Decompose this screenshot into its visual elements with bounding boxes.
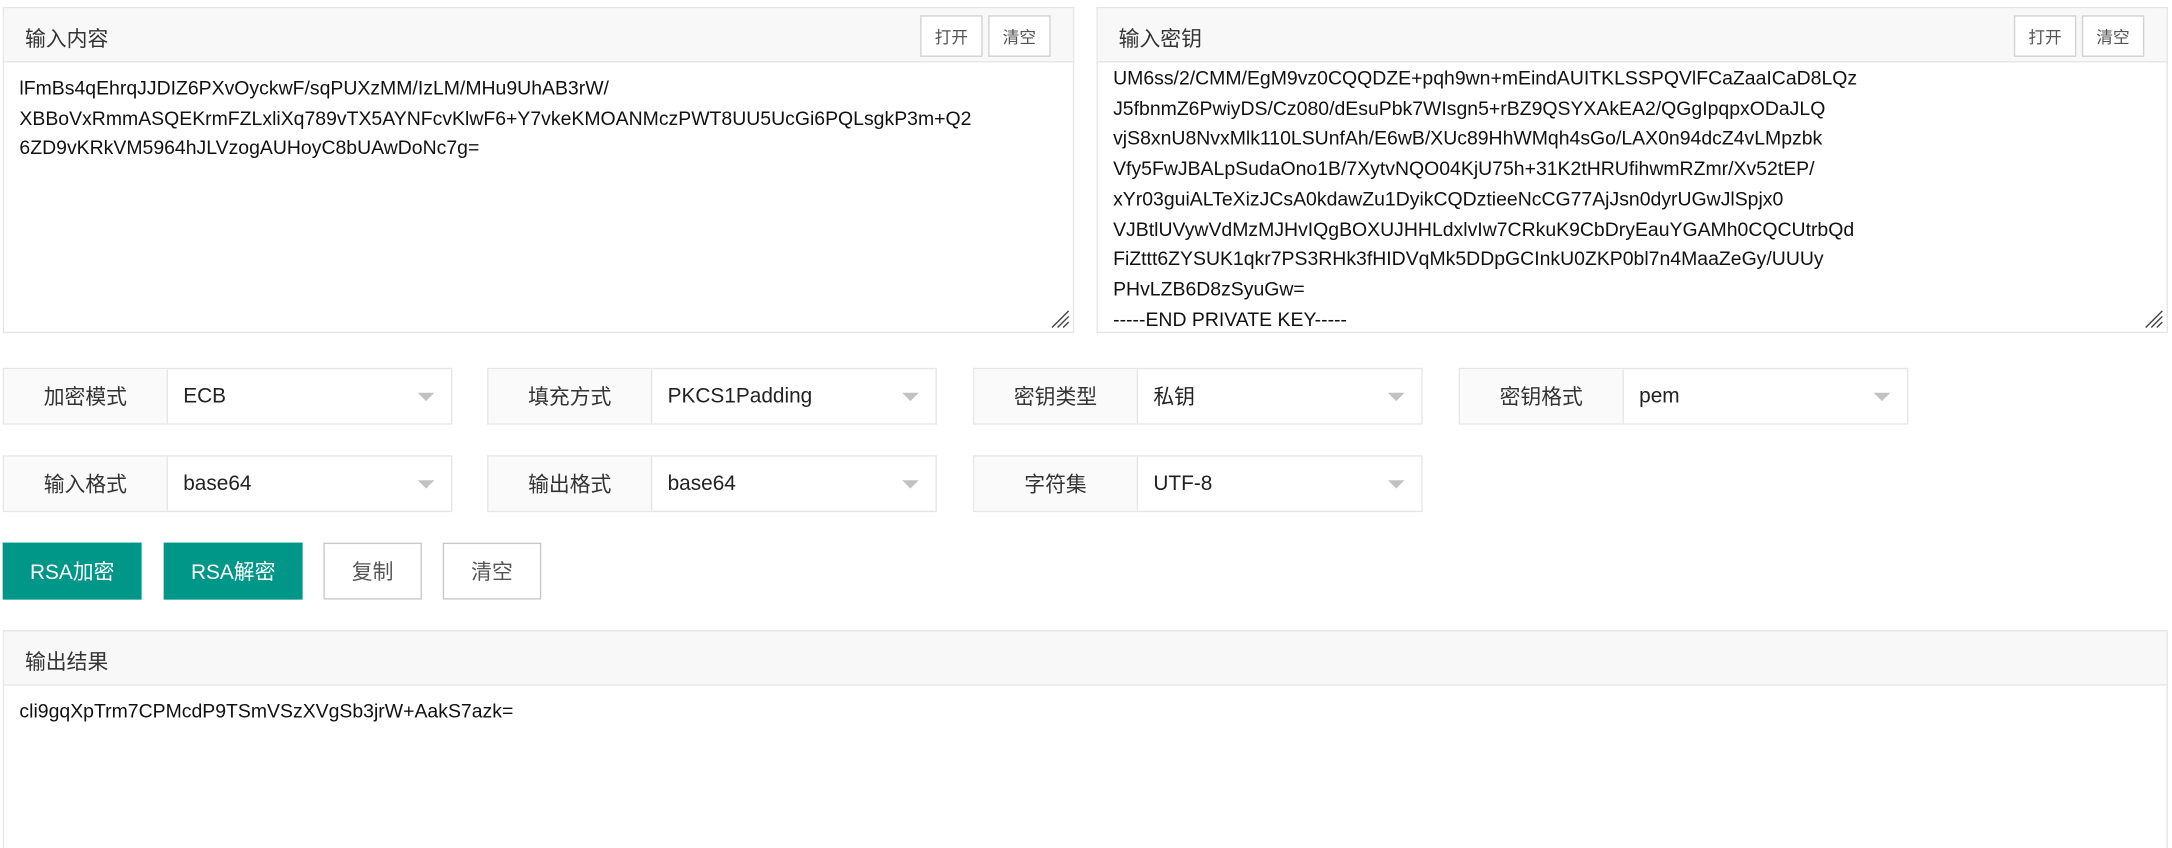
chevron-down-icon (1387, 480, 1405, 489)
output-format-dropdown[interactable]: base64 (652, 457, 935, 511)
key-type-select: 密钥类型 私钥 (972, 367, 1423, 425)
mode-label: 加密模式 (4, 369, 168, 424)
charset-value: UTF-8 (1153, 471, 1213, 496)
input-line: 6ZD9vKRkVM5964hJLVzogAUHoyC8bUAwDoNc7g= (19, 136, 480, 159)
charset-label: 字符集 (974, 456, 1139, 511)
key-line: xYr03guiALTeXizJCsA0kdawZu1DyikCQDztieeN… (1113, 187, 1784, 210)
input-content-textarea[interactable]: lFmBs4qEhrqJJDIZ6PXvOyckwF/sqPUXzMM/IzLM… (4, 62, 1073, 331)
rsa-tool-page: 输入内容 打开 清空 lFmBs4qEhrqJJDIZ6PXvOyckwF/sq… (0, 0, 2172, 848)
key-format-select: 密钥格式 pem (1458, 367, 1909, 425)
key-line: VJBtlUVywVdMzMJHvIQgBOXUJHHLdxlvIw7CRkuK… (1113, 217, 1855, 240)
chevron-down-icon (417, 392, 435, 402)
mode-dropdown[interactable]: ECB (168, 369, 451, 423)
output-value: cli9gqXpTrm7CPMcdP9TSmVSzXVgSb3jrW+AakS7… (19, 699, 514, 722)
key-type-dropdown[interactable]: 私钥 (1138, 369, 1421, 423)
resize-handle-icon[interactable] (2142, 307, 2164, 329)
rsa-decrypt-button[interactable]: RSA解密 (163, 542, 303, 600)
key-line: -----END PRIVATE KEY----- (1113, 307, 1347, 330)
output-format-select: 输出格式 base64 (487, 455, 937, 513)
input-line: lFmBs4qEhrqJJDIZ6PXvOyckwF/sqPUXzMM/IzLM… (19, 76, 609, 99)
output-textarea[interactable]: cli9gqXpTrm7CPMcdP9TSmVSzXVgSb3jrW+AakS7… (4, 686, 2166, 848)
padding-label: 填充方式 (488, 369, 653, 424)
key-line: Vfy5FwJBALpSudaOno1B/7XytvNQO04KjU75h+31… (1113, 156, 1815, 180)
key-line: FiZttt6ZYSUK1qkr7PS3RHk3fHIDVqMk5DDpGCIn… (1113, 247, 1824, 270)
key-format-label: 密钥格式 (1460, 369, 1624, 424)
input-open-button[interactable]: 打开 (920, 15, 983, 57)
key-line: J5fbnmZ6PwiyDS/Cz080/dEsuPbk7WIsgn5+rBZ9… (1113, 96, 1826, 119)
copy-button[interactable]: 复制 (323, 542, 422, 600)
mode-select: 加密模式 ECB (2, 367, 453, 425)
chevron-down-icon (417, 480, 435, 489)
input-key-panel: 输入密钥 打开 清空 UM6ss/2/CMM/EgM9vz0CQQDZE+pqh… (1096, 6, 2168, 334)
input-format-value: base64 (183, 471, 252, 496)
key-line: vjS8xnU8NvxMlk110LSUnfAh/E6wB/XUc89HhWMq… (1113, 126, 1823, 150)
key-format-value: pem (1639, 384, 1680, 409)
rsa-encrypt-button[interactable]: RSA加密 (2, 542, 142, 600)
input-line: XBBoVxRmmASQEKrmFZLxliXq789vTX5AYNFcvKlw… (19, 106, 972, 129)
resize-handle-icon[interactable] (1048, 307, 1070, 329)
input-format-dropdown[interactable]: base64 (168, 457, 451, 511)
input-format-select: 输入格式 base64 (2, 455, 453, 513)
padding-select: 填充方式 PKCS1Padding (487, 367, 937, 425)
input-key-title: 输入密钥 (1118, 27, 1202, 52)
output-header: 输出结果 (4, 631, 2167, 686)
padding-value: PKCS1Padding (667, 384, 813, 409)
input-format-label: 输入格式 (4, 456, 168, 511)
input-key-header: 输入密钥 打开 清空 (1097, 8, 2167, 63)
output-format-value: base64 (667, 471, 736, 496)
chevron-down-icon (902, 392, 919, 402)
mode-value: ECB (183, 384, 227, 409)
input-key-textarea[interactable]: UM6ss/2/CMM/EgM9vz0CQQDZE+pqh9wn+mEindAU… (1098, 62, 2167, 331)
key-line: UM6ss/2/CMM/EgM9vz0CQQDZE+pqh9wn+mEindAU… (1113, 66, 1858, 89)
input-content-title: 输入内容 (24, 27, 109, 52)
output-format-label: 输出格式 (488, 456, 653, 511)
chevron-down-icon (1387, 392, 1405, 402)
charset-select: 字符集 UTF-8 (972, 455, 1423, 513)
key-open-button[interactable]: 打开 (2013, 15, 2077, 57)
chevron-down-icon (902, 480, 919, 489)
key-type-label: 密钥类型 (974, 369, 1139, 424)
output-title: 输出结果 (24, 650, 109, 675)
key-line: PHvLZB6D8zSyuGw= (1113, 277, 1305, 300)
key-type-value: 私钥 (1153, 385, 1196, 410)
input-clear-button[interactable]: 清空 (988, 15, 1051, 57)
charset-dropdown[interactable]: UTF-8 (1138, 457, 1421, 511)
input-content-header: 输入内容 打开 清空 (4, 8, 1073, 63)
clear-button[interactable]: 清空 (442, 542, 542, 600)
key-clear-button[interactable]: 清空 (2081, 15, 2145, 57)
key-format-dropdown[interactable]: pem (1624, 369, 1907, 423)
input-content-panel: 输入内容 打开 清空 lFmBs4qEhrqJJDIZ6PXvOyckwF/sq… (2, 6, 1075, 334)
output-panel: 输出结果 cli9gqXpTrm7CPMcdP9TSmVSzXVgSb3jrW+… (2, 630, 2168, 848)
chevron-down-icon (1873, 392, 1891, 402)
padding-dropdown[interactable]: PKCS1Padding (652, 369, 935, 423)
